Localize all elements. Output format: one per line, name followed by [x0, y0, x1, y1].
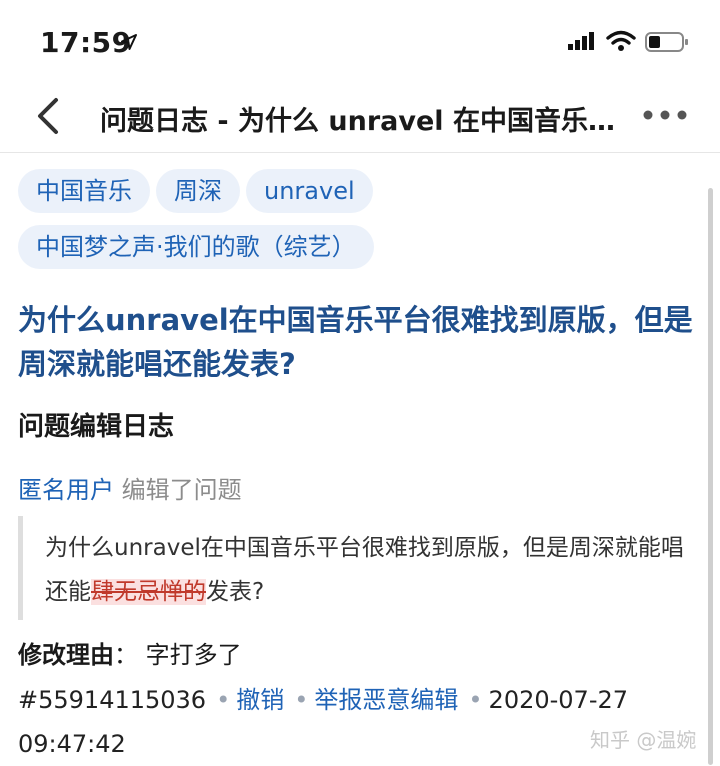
topic-tags: 中国音乐 周深 unravel 中国梦之声·我们的歌（综艺） [18, 169, 698, 281]
log-id: #55914115036 [18, 686, 207, 714]
diff-unchanged-text-end: 发表? [206, 579, 265, 605]
topic-tag[interactable]: 中国音乐 [18, 169, 150, 213]
edit-diff-block: 为什么unravel在中国音乐平台很难找到原版，但是周深就能唱还能肆无忌惮的发表… [18, 516, 684, 620]
question-title[interactable]: 为什么unravel在中国音乐平台很难找到原版，但是周深就能唱还能发表? [18, 298, 698, 386]
signal-icon [568, 32, 594, 50]
log-action: 编辑了问题 [121, 476, 242, 504]
wifi-icon [606, 30, 636, 51]
separator-dot: • [468, 686, 483, 714]
nav-bar: 问题日志 - 为什么 unravel 在中国音乐… [0, 86, 720, 153]
page-title: 问题日志 - 为什么 unravel 在中国音乐… [100, 106, 615, 137]
separator-dot: • [294, 686, 309, 714]
reason-label: 修改理由 [18, 641, 114, 669]
edit-diff-text: 为什么unravel在中国音乐平台很难找到原版，但是周深就能唱还能肆无忌惮的发表… [45, 526, 695, 614]
topic-tag[interactable]: unravel [246, 169, 373, 213]
scrollbar[interactable] [708, 188, 713, 765]
watermark: 知乎 @温婉 [590, 728, 697, 752]
topic-tag[interactable]: 中国梦之声·我们的歌（综艺） [18, 225, 374, 269]
edit-reason: 修改理由： 字打多了 [18, 635, 242, 670]
log-entry-header: 匿名用户 编辑了问题 [18, 470, 242, 505]
undo-button[interactable]: 撤销 [236, 686, 284, 714]
status-bar: 17:59 [0, 0, 720, 86]
back-icon[interactable] [30, 96, 64, 136]
section-title: 问题编辑日志 [18, 412, 175, 442]
reason-text: 字打多了 [145, 641, 242, 669]
location-arrow-icon [121, 34, 137, 50]
log-date: 2020-07-27 [488, 686, 629, 714]
log-time: 09:47:42 [18, 730, 126, 758]
topic-tag[interactable]: 周深 [156, 169, 240, 213]
status-time: 17:59 [40, 26, 132, 59]
report-button[interactable]: 举报恶意编辑 [314, 686, 458, 714]
reason-separator: ： [114, 641, 138, 669]
more-icon[interactable] [640, 104, 690, 126]
question-log-content: 中国音乐 周深 unravel 中国梦之声·我们的歌（综艺） 为什么unravel在… [0, 153, 706, 765]
diff-deleted-text: 肆无忌惮的 [91, 579, 206, 605]
battery-icon [645, 32, 688, 52]
separator-dot: • [216, 686, 231, 714]
user-link[interactable]: 匿名用户 [18, 476, 114, 504]
